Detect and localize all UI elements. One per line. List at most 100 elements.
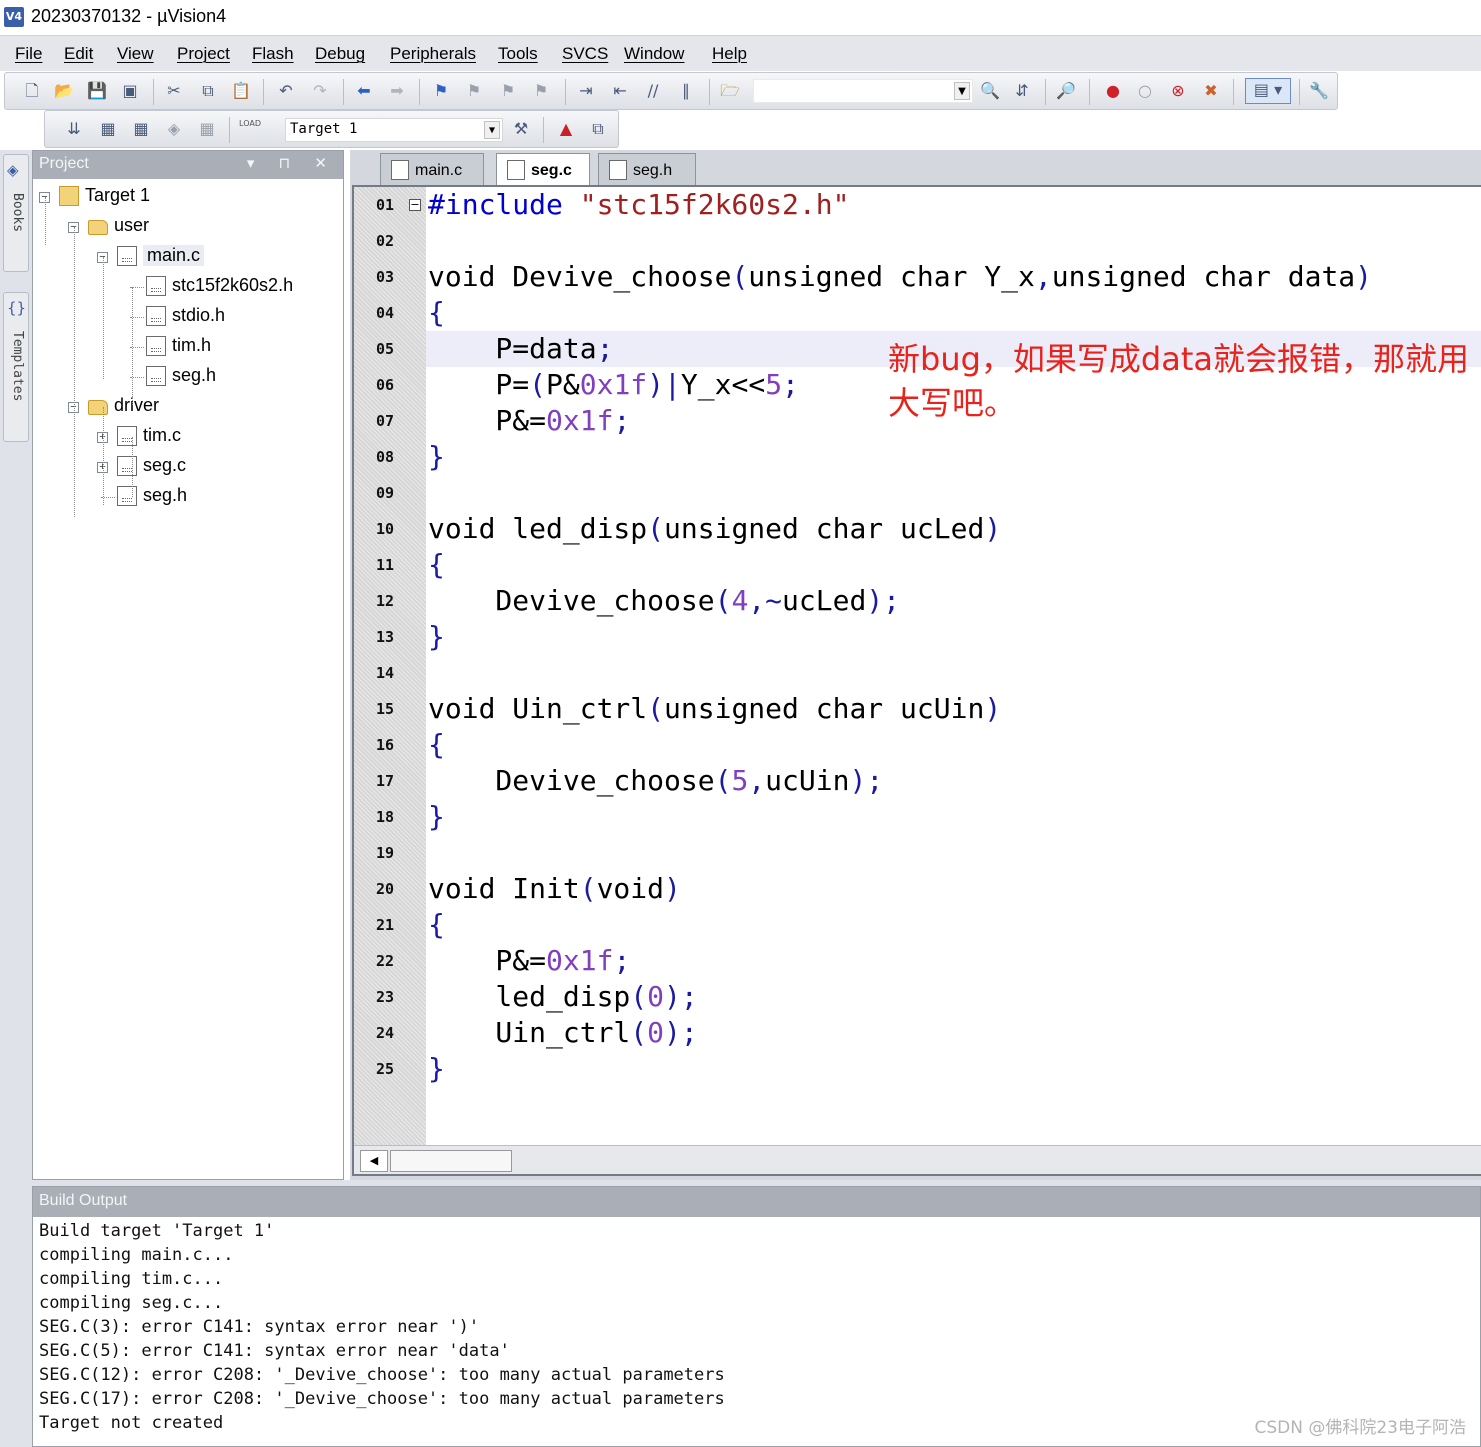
prev-bookmark-icon[interactable]: ⚑ — [463, 80, 485, 102]
save-all-icon[interactable]: ▣ — [119, 80, 141, 102]
build-output-line[interactable]: SEG.C(5): error C141: syntax error near … — [39, 1339, 725, 1363]
code-line[interactable]: { — [428, 907, 445, 943]
tree-item[interactable]: − main.c — [33, 243, 333, 271]
stop-build-icon[interactable]: ▦ — [196, 118, 218, 140]
manage-components-icon[interactable]: ▲ — [555, 118, 577, 140]
rebuild-icon[interactable]: ▦ — [130, 118, 152, 140]
build-output-line[interactable]: compiling tim.c... — [39, 1267, 725, 1291]
tree-item[interactable]: seg.h — [33, 483, 333, 511]
debug-session-icon[interactable]: 🔎 — [1055, 80, 1077, 102]
code-line[interactable]: led_disp(0); — [428, 979, 697, 1015]
find-icon[interactable]: 🔍 — [979, 80, 1001, 102]
code-line[interactable]: void Init(void) — [428, 871, 681, 907]
bookmark-icon[interactable]: ⚑ — [430, 80, 452, 102]
menu-project[interactable]: Project — [177, 44, 230, 64]
code-line[interactable]: } — [428, 1051, 445, 1087]
menu-debug[interactable]: Debug — [315, 44, 365, 64]
kill-all-breakpoints-icon[interactable]: ✖ — [1200, 80, 1222, 102]
chevron-down-icon[interactable]: ▼ — [484, 121, 500, 139]
tab-seg-h[interactable]: seg.h — [598, 153, 696, 186]
code-line[interactable]: { — [428, 547, 445, 583]
tree-item[interactable]: + tim.c — [33, 423, 333, 451]
fold-toggle[interactable]: − — [409, 199, 421, 211]
tree-item[interactable]: seg.h — [33, 363, 333, 391]
cut-icon[interactable]: ✂ — [163, 80, 185, 102]
comment-icon[interactable]: // — [642, 80, 664, 102]
tab-main-c[interactable]: main.c — [380, 153, 484, 186]
books-tab[interactable]: ◈ Books — [3, 154, 29, 272]
code-line[interactable]: void Uin_ctrl(unsigned char ucUin) — [428, 691, 1001, 727]
target-options-icon[interactable]: ⚒ — [510, 118, 532, 140]
tree-item[interactable]: stc15f2k60s2.h — [33, 273, 333, 301]
scroll-left-button[interactable]: ◀ — [360, 1150, 388, 1172]
menu-peripherals[interactable]: Peripherals — [390, 44, 476, 64]
menu-flash[interactable]: Flash — [252, 44, 294, 64]
redo-icon[interactable]: ↷ — [309, 80, 331, 102]
incremental-find-icon[interactable]: ⇵ — [1011, 80, 1033, 102]
tree-item[interactable]: + seg.c — [33, 453, 333, 481]
menu-help[interactable]: Help — [712, 44, 747, 64]
tab-seg-c[interactable]: seg.c — [496, 153, 590, 186]
download-icon[interactable]: LOAD — [239, 118, 261, 140]
code-line[interactable]: P&=0x1f; — [428, 943, 630, 979]
build-output-line[interactable]: SEG.C(3): error C141: syntax error near … — [39, 1315, 725, 1339]
build-output-line[interactable]: Target not created — [39, 1411, 725, 1435]
code-line[interactable]: Devive_choose(4,~ucLed); — [428, 583, 900, 619]
books-window-icon[interactable]: ⧉ — [587, 118, 609, 140]
insert-breakpoint-icon[interactable]: ● — [1102, 80, 1124, 102]
build-output-line[interactable]: Build target 'Target 1' — [39, 1219, 725, 1243]
find-combo[interactable]: ▼ — [753, 79, 973, 103]
code-line[interactable]: P=(P&0x1f)|Y_x<<5; — [428, 367, 798, 403]
build-icon[interactable]: ▦ — [97, 118, 119, 140]
templates-tab[interactable]: {} Templates — [3, 292, 29, 442]
menu-view[interactable]: View — [117, 44, 154, 64]
translate-icon[interactable]: ⇊ — [63, 118, 85, 140]
menu-tools[interactable]: Tools — [498, 44, 538, 64]
code-editor[interactable]: 01 02 03 04 05 06 07 08 09 10 11 12 13 14 15 16 17 18 19 20… — [352, 185, 1481, 1176]
copy-icon[interactable]: ⧉ — [197, 80, 219, 102]
open-file-icon[interactable]: 📂 — [53, 80, 75, 102]
tree-item[interactable]: − user — [33, 213, 333, 241]
menu-svcs[interactable]: SVCS — [562, 44, 608, 64]
menu-edit[interactable]: Edit — [64, 44, 93, 64]
tree-item[interactable]: stdio.h — [33, 303, 333, 331]
code-line[interactable]: { — [428, 295, 445, 331]
code-line[interactable]: #include "stc15f2k60s2.h" — [428, 187, 849, 223]
code-line[interactable]: } — [428, 619, 445, 655]
target-select[interactable]: Target 1 ▼ — [285, 118, 503, 142]
chevron-down-icon[interactable]: ▼ — [954, 82, 970, 100]
menu-window[interactable]: Window — [624, 44, 684, 64]
find-in-files-icon[interactable]: 🗁 — [719, 80, 741, 102]
navigate-forward-icon[interactable]: ➡ — [386, 80, 408, 102]
code-line[interactable]: Uin_ctrl(0); — [428, 1015, 697, 1051]
code-line[interactable]: void led_disp(unsigned char ucLed) — [428, 511, 1001, 547]
disable-all-breakpoints-icon[interactable]: ⊗ — [1167, 80, 1189, 102]
uncomment-icon[interactable]: ∥ — [675, 80, 697, 102]
build-output-line[interactable]: SEG.C(12): error C208: '_Devive_choose':… — [39, 1363, 725, 1387]
build-output-line[interactable]: SEG.C(17): error C208: '_Devive_choose':… — [39, 1387, 725, 1411]
clear-bookmarks-icon[interactable]: ⚑ — [530, 80, 552, 102]
window-layout-icon[interactable]: ▤ ▾ — [1245, 78, 1291, 104]
paste-icon[interactable]: 📋 — [230, 80, 252, 102]
build-output-line[interactable]: compiling seg.c... — [39, 1291, 725, 1315]
code-line[interactable]: P&=0x1f; — [428, 403, 630, 439]
indent-icon[interactable]: ⇥ — [575, 80, 597, 102]
undo-icon[interactable]: ↶ — [275, 80, 297, 102]
code-line[interactable]: P=data; — [428, 331, 613, 367]
code-line[interactable]: } — [428, 439, 445, 475]
new-file-icon[interactable]: 🗋 — [21, 80, 43, 102]
panel-controls[interactable]: ▾ ⊓ ✕ — [247, 154, 337, 172]
menu-file[interactable]: File — [15, 44, 42, 64]
code-line[interactable]: { — [428, 727, 445, 763]
tree-item[interactable]: tim.h — [33, 333, 333, 361]
scroll-thumb[interactable] — [390, 1150, 512, 1172]
code-line[interactable]: void Devive_choose(unsigned char Y_x,uns… — [428, 259, 1372, 295]
configure-icon[interactable]: 🔧 — [1308, 80, 1330, 102]
code-line[interactable]: Devive_choose(5,ucUin); — [428, 763, 883, 799]
unindent-icon[interactable]: ⇤ — [609, 80, 631, 102]
next-bookmark-icon[interactable]: ⚑ — [497, 80, 519, 102]
navigate-back-icon[interactable]: ⬅ — [353, 80, 375, 102]
save-icon[interactable]: 💾 — [86, 80, 108, 102]
tree-item[interactable]: − driver — [33, 393, 333, 421]
code-line[interactable]: } — [428, 799, 445, 835]
